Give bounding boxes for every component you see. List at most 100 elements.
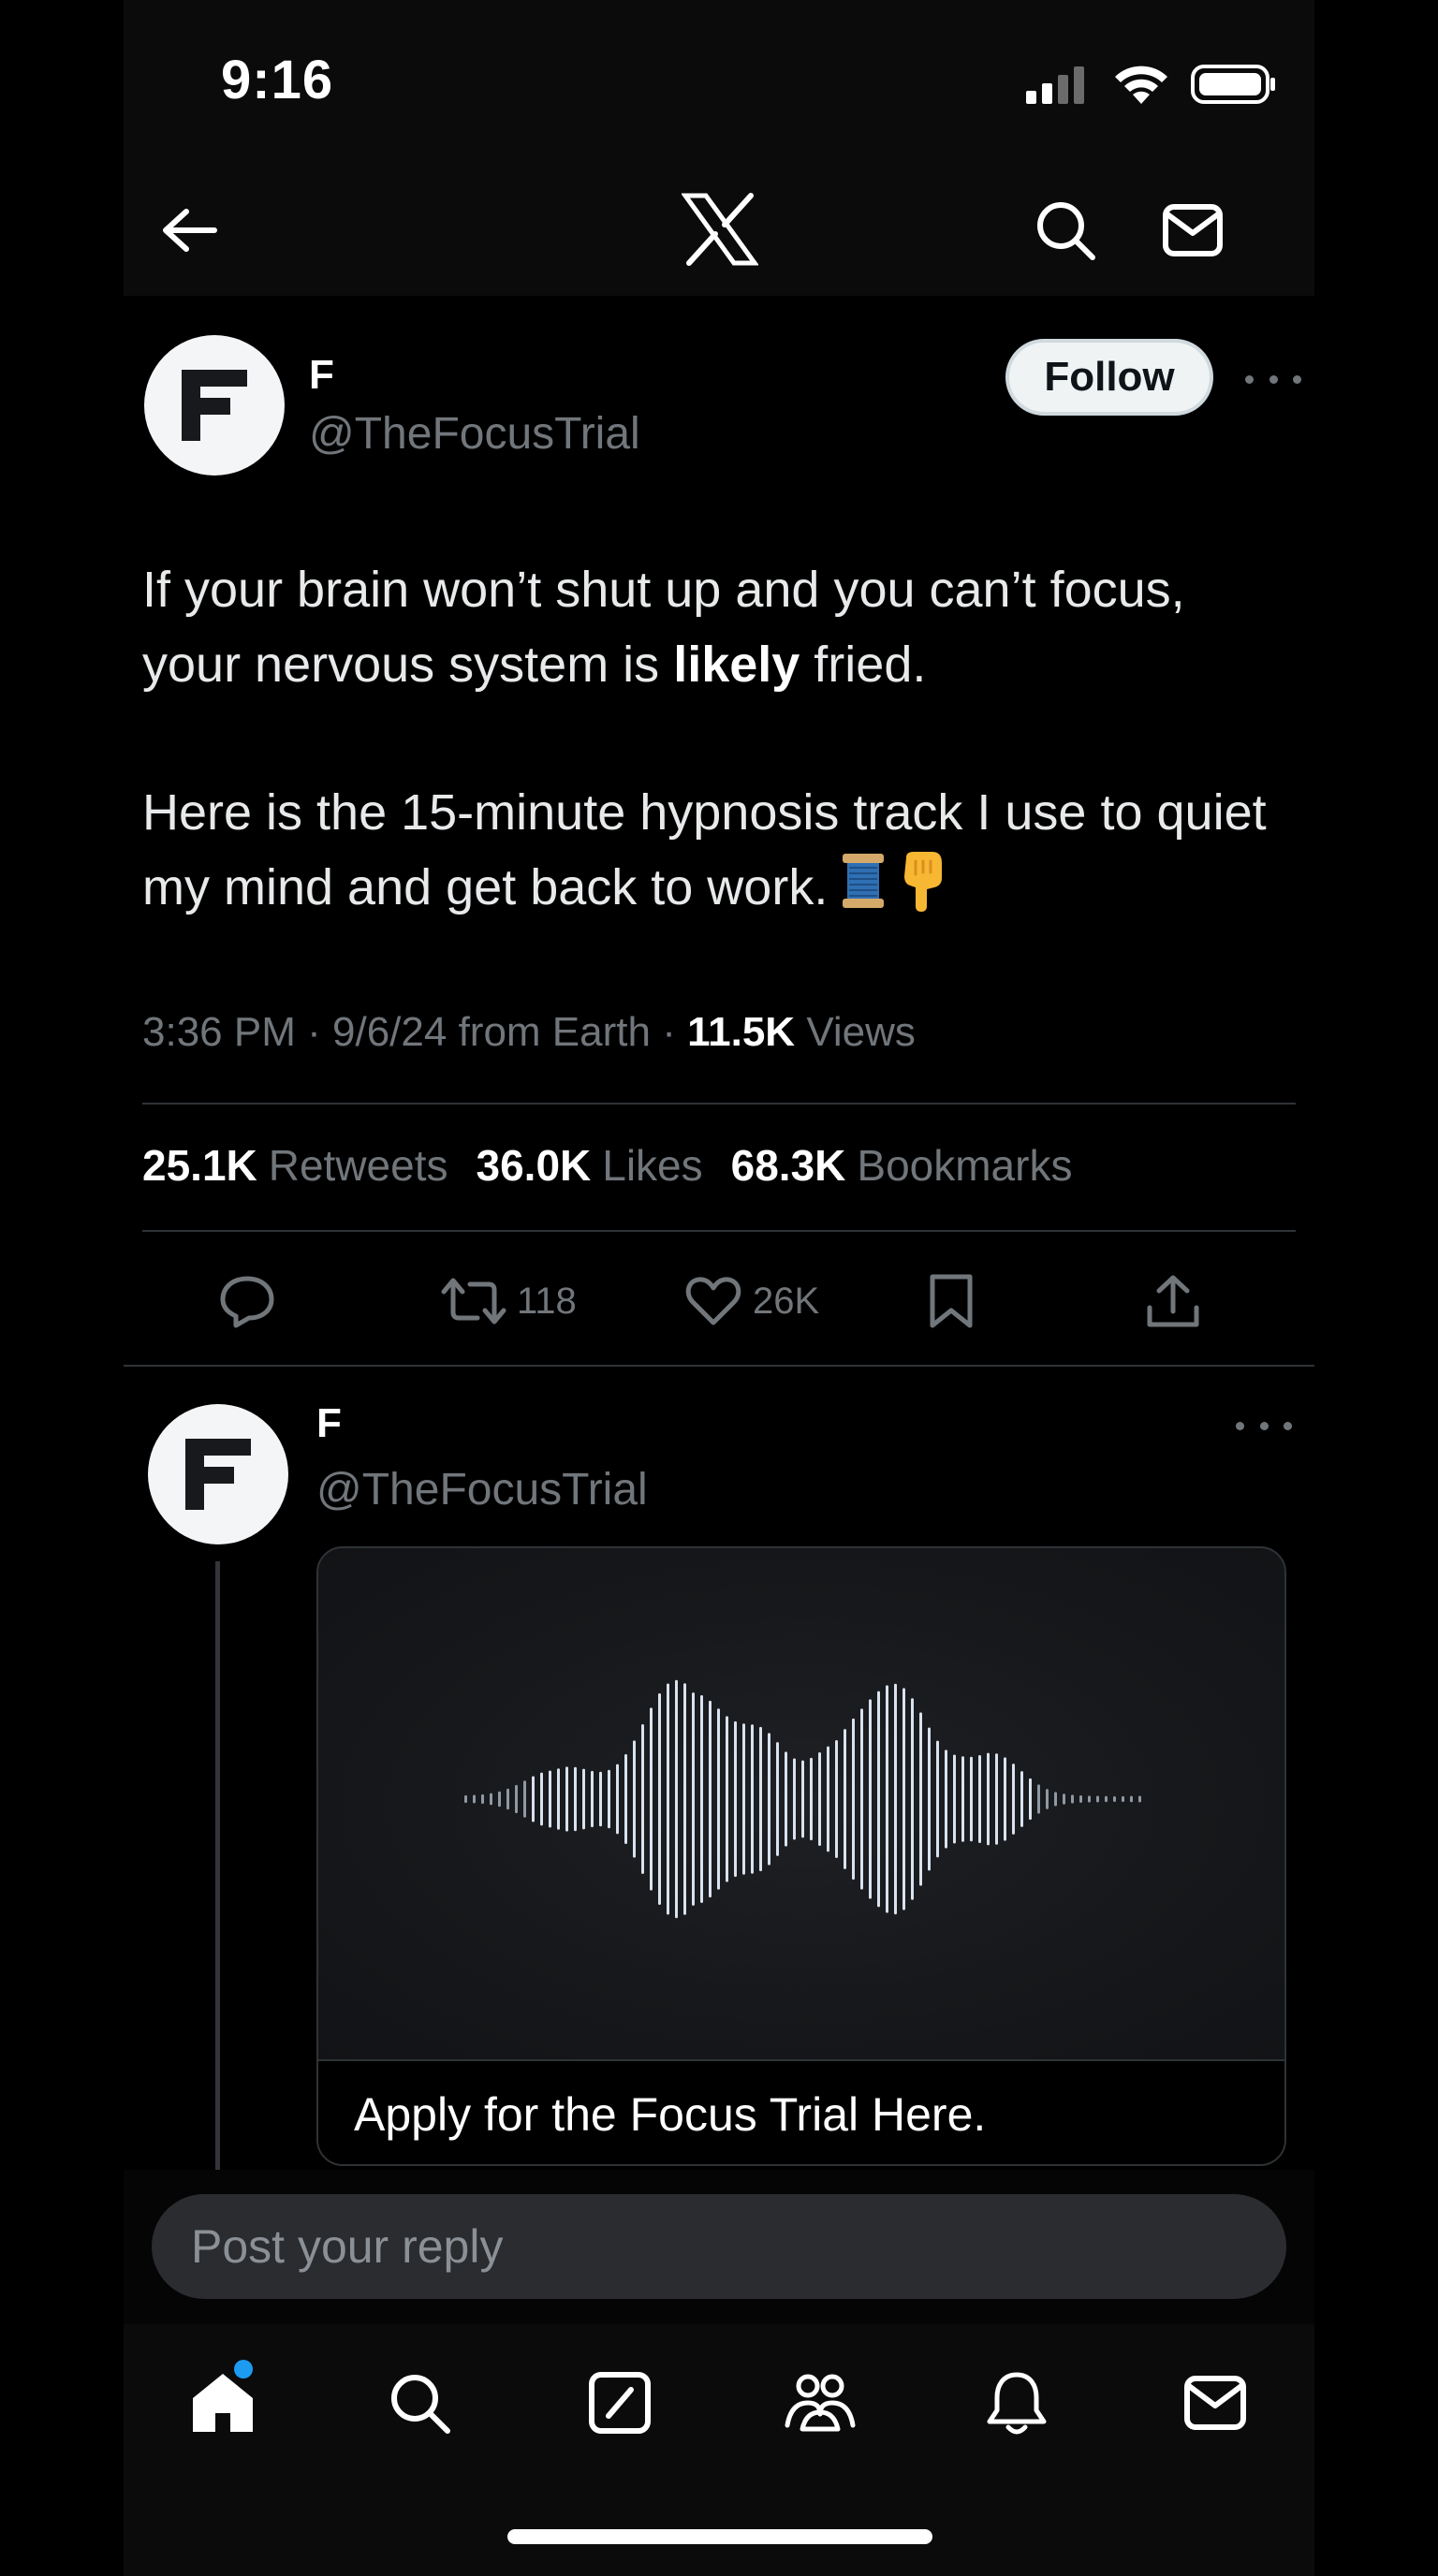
- waveform-bar: [1105, 1795, 1108, 1803]
- waveform-bar: [1138, 1795, 1141, 1803]
- like-button[interactable]: 26K: [683, 1264, 819, 1339]
- waveform-bar: [945, 1749, 947, 1849]
- focus-trial-logo-icon: [182, 370, 247, 441]
- audio-waveform-image: [318, 1548, 1284, 2059]
- heart-icon: [685, 1277, 741, 1325]
- waveform-bar: [860, 1708, 863, 1890]
- media-card[interactable]: Apply for the Focus Trial Here.: [316, 1546, 1286, 2166]
- waveform-bar: [515, 1784, 518, 1814]
- waveform-bar: [1054, 1792, 1057, 1807]
- waveform-bar: [532, 1776, 535, 1822]
- tweet-time: 3:36 PM: [142, 1009, 296, 1055]
- search-icon: [391, 2375, 450, 2434]
- more-dot: [1259, 1421, 1269, 1430]
- waveform-bar: [1088, 1795, 1091, 1803]
- tab-search[interactable]: [380, 2364, 459, 2442]
- search-button[interactable]: [1028, 193, 1103, 268]
- back-button[interactable]: [152, 193, 227, 268]
- divider: [142, 1103, 1296, 1105]
- waveform-bar: [1029, 1778, 1032, 1821]
- likes-stat[interactable]: 36.0K Likes: [477, 1140, 703, 1191]
- waveform-bar: [658, 1693, 661, 1905]
- tab-messages[interactable]: [1176, 2364, 1255, 2442]
- waveform-bar: [473, 1794, 476, 1804]
- waveform-bar: [557, 1768, 560, 1830]
- waveform-bar: [835, 1740, 838, 1858]
- backhand-index-pointing-down-emoji: [899, 850, 946, 934]
- waveform-bar: [574, 1766, 577, 1832]
- tweet-source: from Earth: [458, 1009, 651, 1055]
- like-count: 26K: [753, 1280, 820, 1322]
- waveform-bar: [608, 1769, 610, 1829]
- waveform-bar: [742, 1723, 745, 1875]
- bookmarks-stat[interactable]: 68.3K Bookmarks: [731, 1140, 1073, 1191]
- tab-compose[interactable]: [580, 2364, 659, 2442]
- waveform-bar: [565, 1766, 568, 1832]
- waveform-bar: [498, 1791, 501, 1808]
- waveform-bar: [919, 1712, 922, 1886]
- thread-connector-line: [215, 1561, 220, 2170]
- bookmark-icon: [930, 1274, 973, 1328]
- waveform-bar: [987, 1752, 990, 1846]
- reply-author-name[interactable]: F: [316, 1400, 342, 1447]
- tweet-paragraph-1: If your brain won’t shut up and you can’…: [142, 562, 1185, 693]
- tab-notifications[interactable]: [977, 2364, 1056, 2442]
- tweet-date: 9/6/24: [332, 1009, 448, 1055]
- home-icon: [193, 2374, 253, 2432]
- waveform-bar: [734, 1720, 737, 1878]
- waveform-bar: [717, 1708, 720, 1890]
- battery-icon: [1191, 65, 1275, 104]
- waveform-bar: [995, 1753, 998, 1845]
- author-avatar[interactable]: [144, 335, 285, 476]
- retweet-count: 118: [517, 1280, 577, 1322]
- follow-button[interactable]: Follow: [1005, 339, 1213, 416]
- notifications-icon: [987, 2372, 1047, 2435]
- home-indicator[interactable]: [507, 2529, 932, 2544]
- bookmark-button[interactable]: [925, 1264, 977, 1339]
- arrow-left-icon: [163, 209, 217, 252]
- author-handle[interactable]: @TheFocusTrial: [309, 408, 640, 460]
- waveform-bar: [490, 1793, 492, 1806]
- tweet-stats: 25.1K Retweets 36.0K Likes 68.3K Bookmarks: [142, 1140, 1072, 1191]
- status-icons: [1026, 62, 1277, 107]
- waveform-bar: [751, 1724, 754, 1874]
- retweets-stat[interactable]: 25.1K Retweets: [142, 1140, 448, 1191]
- share-button[interactable]: [1144, 1264, 1202, 1339]
- more-dot: [1245, 374, 1254, 384]
- waveform-bar: [827, 1746, 829, 1852]
- waveform-bar: [591, 1770, 594, 1828]
- waveform-bar: [1012, 1764, 1015, 1835]
- waveform-bar: [540, 1772, 543, 1826]
- waveform-bar: [726, 1716, 728, 1882]
- reply-button[interactable]: [217, 1264, 277, 1339]
- waveform-bar: [633, 1740, 636, 1858]
- waveform-bar: [481, 1793, 484, 1805]
- waveform-graphic: [464, 1679, 1141, 1919]
- retweet-button[interactable]: 118: [440, 1264, 577, 1339]
- unread-dot: [234, 2360, 253, 2378]
- tweet-body: If your brain won’t shut up and you can’…: [142, 552, 1284, 934]
- tweet-actions: 118 26K: [124, 1264, 1314, 1339]
- more-dot: [1236, 1421, 1244, 1430]
- author-name[interactable]: F: [309, 352, 334, 399]
- compose-icon: [589, 2372, 651, 2434]
- tab-communities[interactable]: [781, 2364, 859, 2442]
- messages-icon: [1184, 2376, 1246, 2430]
- reply-input[interactable]: Post your reply: [152, 2194, 1286, 2299]
- mail-icon: [1163, 204, 1223, 256]
- tab-home[interactable]: [183, 2360, 262, 2442]
- messages-button[interactable]: [1155, 193, 1230, 268]
- reply-author-avatar[interactable]: [148, 1404, 288, 1544]
- waveform-bar: [549, 1770, 551, 1828]
- reply-more-options-button[interactable]: [1236, 1412, 1292, 1440]
- reply-author-handle[interactable]: @TheFocusTrial: [316, 1464, 648, 1515]
- waveform-bar: [523, 1780, 526, 1818]
- more-options-button[interactable]: [1245, 365, 1301, 393]
- media-caption[interactable]: Apply for the Focus Trial Here.: [318, 2059, 1284, 2164]
- x-logo-icon: [682, 193, 758, 266]
- views-count[interactable]: 11.5K: [687, 1009, 795, 1055]
- top-app-bar: [124, 168, 1314, 296]
- x-logo[interactable]: [678, 187, 762, 271]
- waveform-bar: [624, 1753, 627, 1845]
- communities-icon: [785, 2374, 856, 2432]
